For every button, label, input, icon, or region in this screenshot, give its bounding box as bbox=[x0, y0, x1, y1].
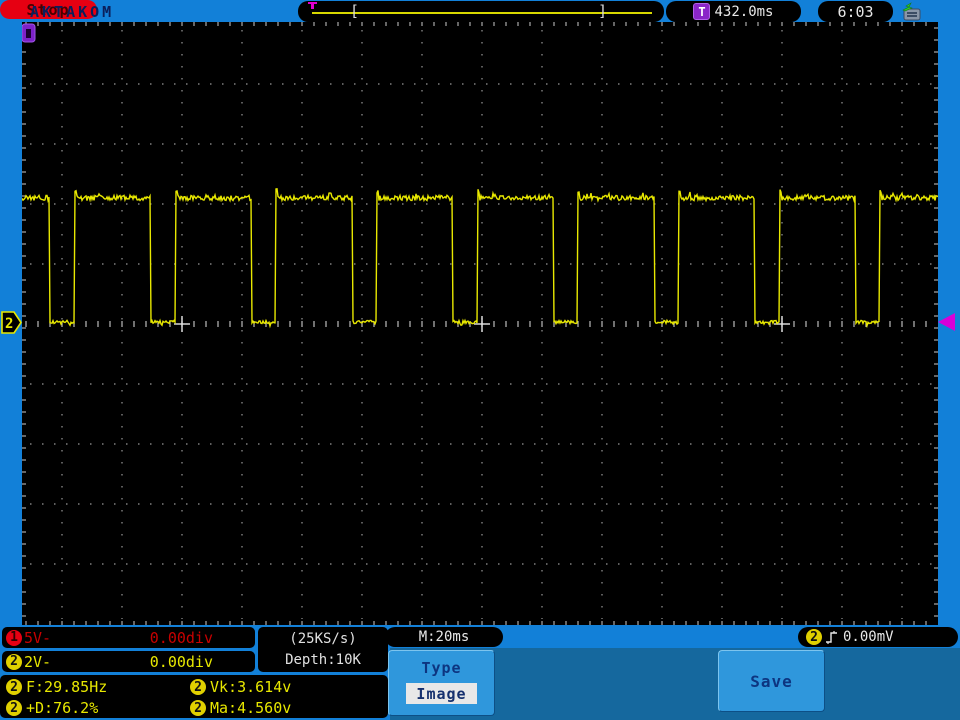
trigger-time-value: 432.0ms bbox=[714, 3, 774, 20]
measurement-channel-badge: 2 bbox=[6, 700, 22, 716]
trigger-horizontal-marker-icon bbox=[22, 23, 36, 43]
trigger-t-icon: T bbox=[693, 3, 711, 20]
channel2-offset: 0.00div bbox=[149, 652, 213, 671]
measurement-value: Ma:4.560v bbox=[210, 699, 292, 717]
channel1-scale: 5V- bbox=[24, 628, 52, 647]
measurement-vk: 2 Vk:3.614v bbox=[190, 678, 291, 696]
trigger-level-readout: 2 0.00mV bbox=[798, 627, 958, 647]
trigger-level-value: 0.00mV bbox=[843, 629, 894, 645]
acquisition-info-box: (25KS/s) Depth:10K bbox=[258, 627, 388, 672]
channel2-scale: 2V- bbox=[24, 652, 52, 671]
brand-logo: AKTAKOM bbox=[30, 3, 115, 21]
measurement-value: +D:76.2% bbox=[26, 699, 99, 717]
timebase-readout: M:20ms bbox=[385, 627, 503, 647]
trigger-time-readout: T 432.0ms bbox=[666, 1, 801, 22]
trigger-position-marker-icon bbox=[308, 2, 317, 9]
type-selected-option[interactable]: Image bbox=[406, 683, 477, 704]
oscilloscope-screen: AKTAKOM Stop [ ] T 432.0ms 6:03 2 1 5V- … bbox=[0, 0, 960, 720]
measurement-channel-badge: 2 bbox=[190, 700, 206, 716]
measurement-ma: 2 Ma:4.560v bbox=[190, 699, 291, 717]
svg-text:2: 2 bbox=[5, 316, 13, 332]
top-status-bar: AKTAKOM Stop [ ] T 432.0ms 6:03 bbox=[0, 0, 960, 22]
channel2-position-marker: 2 bbox=[1, 311, 22, 334]
trigger-level-arrow bbox=[938, 313, 955, 331]
measurement-channel-badge: 2 bbox=[6, 679, 22, 695]
measurement-frequency: 2 F:29.85Hz bbox=[6, 678, 107, 696]
window-right-bracket: ] bbox=[598, 2, 608, 20]
channel2-status-row: 2 2V- 0.00div bbox=[2, 651, 255, 672]
graticule-display bbox=[22, 22, 938, 625]
type-label: Type bbox=[421, 659, 462, 677]
channel1-status-row: 1 5V- 0.00div bbox=[2, 627, 255, 648]
channel1-offset: 0.00div bbox=[149, 628, 213, 647]
clock-readout: 6:03 bbox=[818, 1, 893, 22]
rising-edge-icon bbox=[826, 630, 837, 644]
window-left-bracket: [ bbox=[350, 2, 360, 20]
usb-storage-icon bbox=[902, 2, 921, 21]
trigger-position-bar: [ ] bbox=[298, 1, 664, 22]
channel2-waveform bbox=[22, 187, 938, 329]
channel1-badge: 1 bbox=[6, 629, 22, 646]
measurement-value: Vk:3.614v bbox=[210, 678, 292, 696]
trigger-channel-badge: 2 bbox=[806, 629, 822, 645]
measurement-duty: 2 +D:76.2% bbox=[6, 699, 98, 717]
measurement-value: F:29.85Hz bbox=[26, 678, 108, 696]
save-button[interactable]: Save bbox=[718, 650, 825, 712]
type-menu-button[interactable]: Type Image bbox=[388, 650, 495, 716]
memory-depth: Depth:10K bbox=[285, 651, 361, 668]
measurements-box: 2 F:29.85Hz 2 Vk:3.614v 2 +D:76.2% 2 Ma:… bbox=[0, 675, 388, 718]
measurement-channel-badge: 2 bbox=[190, 679, 206, 695]
sample-rate: (25KS/s) bbox=[289, 630, 357, 647]
channel2-badge: 2 bbox=[6, 653, 22, 670]
